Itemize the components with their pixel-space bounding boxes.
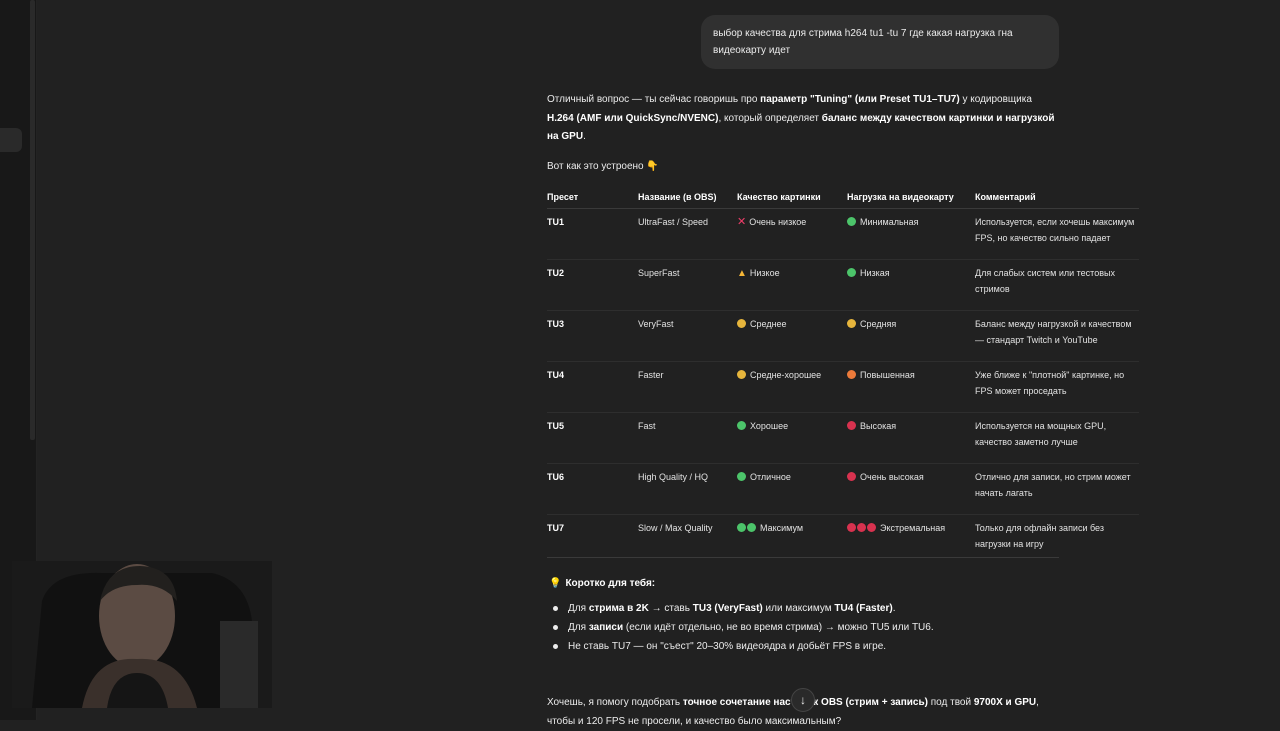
intro-bold-tuning: параметр "Tuning" (или Preset TU1–TU7) [760, 94, 960, 105]
cell-name: Faster [638, 361, 737, 413]
cell-preset: TU3 [547, 310, 638, 362]
cell-name: UltraFast / Speed [638, 208, 737, 260]
cell-quality: Среднее [737, 310, 847, 362]
table-row: TU5 Fast Хорошее Высокая Используется на… [547, 412, 1139, 464]
intro-text: , который определяет [718, 112, 822, 124]
quality-label: Максимум [760, 523, 804, 533]
cross-mark-icon: ✕ [737, 216, 747, 228]
presets-table: Пресет Название (в OBS) Качество картинк… [547, 186, 1139, 565]
table-row: TU4 Faster Средне-хорошее Повышенная Уже… [547, 361, 1139, 413]
green-circles-icon [737, 523, 757, 533]
summary-heading: 💡 Коротко для тебя: [549, 578, 655, 589]
cell-preset: TU2 [547, 259, 638, 311]
warning-icon: ▲ [737, 268, 747, 279]
list-item: Не ставь TU7 — он "съест" 20–30% видеояд… [553, 637, 1073, 656]
webcam-overlay [12, 561, 272, 708]
quality-label: Средне-хорошее [750, 370, 822, 380]
load-label: Очень высокая [860, 472, 924, 482]
cell-name: VeryFast [638, 310, 737, 362]
cell-preset: TU1 [547, 208, 638, 260]
quality-label: Очень низкое [749, 217, 807, 227]
cell-load: Средняя [847, 310, 975, 362]
orange-circle-icon [847, 370, 857, 380]
header-comment: Комментарий [975, 186, 1139, 209]
scroll-to-bottom-button[interactable]: ↓ [791, 688, 815, 712]
cell-load: Повышенная [847, 361, 975, 413]
sidebar-scrollbar[interactable] [30, 0, 35, 440]
summary-list: Для стрима в 2K → ставь TU3 (VeryFast) и… [553, 599, 1073, 656]
cell-quality: ▲ Низкое [737, 259, 847, 311]
section-divider [547, 557, 1059, 558]
cell-comment: Уже ближе к "плотной" картинке, но FPS м… [975, 361, 1139, 413]
user-message-text: выбор качества для стрима h264 tu1 -tu 7… [713, 28, 1013, 56]
quality-label: Отличное [750, 472, 791, 482]
cell-name: Fast [638, 412, 737, 464]
intro-bold-encoder: H.264 (AMF или QuickSync/NVENC) [547, 112, 719, 124]
cell-comment: Отлично для записи, но стрим может начат… [975, 463, 1139, 515]
table-header-row: Пресет Название (в OBS) Качество картинк… [547, 186, 1139, 209]
cell-load: Высокая [847, 412, 975, 464]
intro-text: у кодировщика [959, 94, 1032, 105]
user-message-bubble: выбор качества для стрима h264 tu1 -tu 7… [701, 15, 1059, 69]
green-circle-icon [847, 217, 857, 227]
cell-quality: Средне-хорошее [737, 361, 847, 413]
quality-label: Среднее [750, 319, 787, 329]
sidebar-selected-item[interactable] [0, 128, 22, 152]
lightbulb-icon: 💡 [549, 578, 562, 589]
assistant-intro-paragraph: Отличный вопрос — ты сейчас говоришь про… [547, 91, 1059, 147]
summary-heading-text: Коротко для тебя: [565, 578, 656, 589]
red-circles-icon [847, 523, 877, 533]
list-item: Для записи (если идёт отдельно, не во вр… [553, 618, 1073, 637]
cell-comment: Для слабых систем или тестовых стримов [975, 259, 1139, 311]
list-item: Для стрима в 2K → ставь TU3 (VeryFast) и… [553, 599, 1073, 618]
header-preset: Пресет [547, 186, 638, 209]
cell-load: Минимальная [847, 208, 975, 260]
intro-text: . [583, 131, 586, 142]
header-quality: Качество картинки [737, 186, 847, 209]
red-circle-icon [847, 472, 857, 482]
cell-name: High Quality / HQ [638, 463, 737, 515]
load-label: Повышенная [860, 370, 915, 380]
header-name: Название (в OBS) [638, 186, 737, 209]
table-row: TU1 UltraFast / Speed ✕ Очень низкое Мини… [547, 208, 1139, 260]
green-circle-icon [847, 268, 857, 278]
cell-preset: TU4 [547, 361, 638, 413]
yellow-circle-icon [737, 370, 747, 380]
table-row: TU3 VeryFast Среднее Средняя Баланс межд… [547, 310, 1139, 362]
cell-load: Очень высокая [847, 463, 975, 515]
cell-preset: TU6 [547, 463, 638, 515]
cell-name: SuperFast [638, 259, 737, 311]
table-row: TU6 High Quality / HQ Отличное Очень выс… [547, 463, 1139, 515]
load-label: Средняя [860, 319, 897, 329]
cell-preset: TU5 [547, 412, 638, 464]
load-label: Экстремальная [880, 523, 946, 533]
yellow-circle-icon [847, 319, 857, 329]
cell-quality: Хорошее [737, 412, 847, 464]
cell-comment: Используется, если хочешь максимум FPS, … [975, 208, 1139, 260]
quality-label: Хорошее [750, 421, 789, 431]
header-load: Нагрузка на видеокарту [847, 186, 975, 209]
quality-label: Низкое [749, 268, 780, 278]
cell-quality: ✕ Очень низкое [737, 208, 847, 260]
cell-comment: Используется на мощных GPU, качество зам… [975, 412, 1139, 464]
green-circle-icon [737, 421, 747, 431]
red-circle-icon [847, 421, 857, 431]
arrow-down-icon: ↓ [800, 693, 806, 707]
cell-comment: Баланс между нагрузкой и качеством — ста… [975, 310, 1139, 362]
cell-load: Низкая [847, 259, 975, 311]
load-label: Минимальная [860, 217, 919, 227]
load-label: Высокая [860, 421, 897, 431]
table-row: TU2 SuperFast ▲ Низкое Низкая Для слабых … [547, 259, 1139, 311]
lead-line: Вот как это устроено 👇 [547, 161, 659, 172]
webcam-person-image [12, 561, 272, 708]
green-circle-icon [737, 472, 747, 482]
yellow-circle-icon [737, 319, 747, 329]
intro-text: Отличный вопрос — ты сейчас говоришь про [547, 94, 761, 105]
cell-quality: Отличное [737, 463, 847, 515]
load-label: Низкая [860, 268, 890, 278]
